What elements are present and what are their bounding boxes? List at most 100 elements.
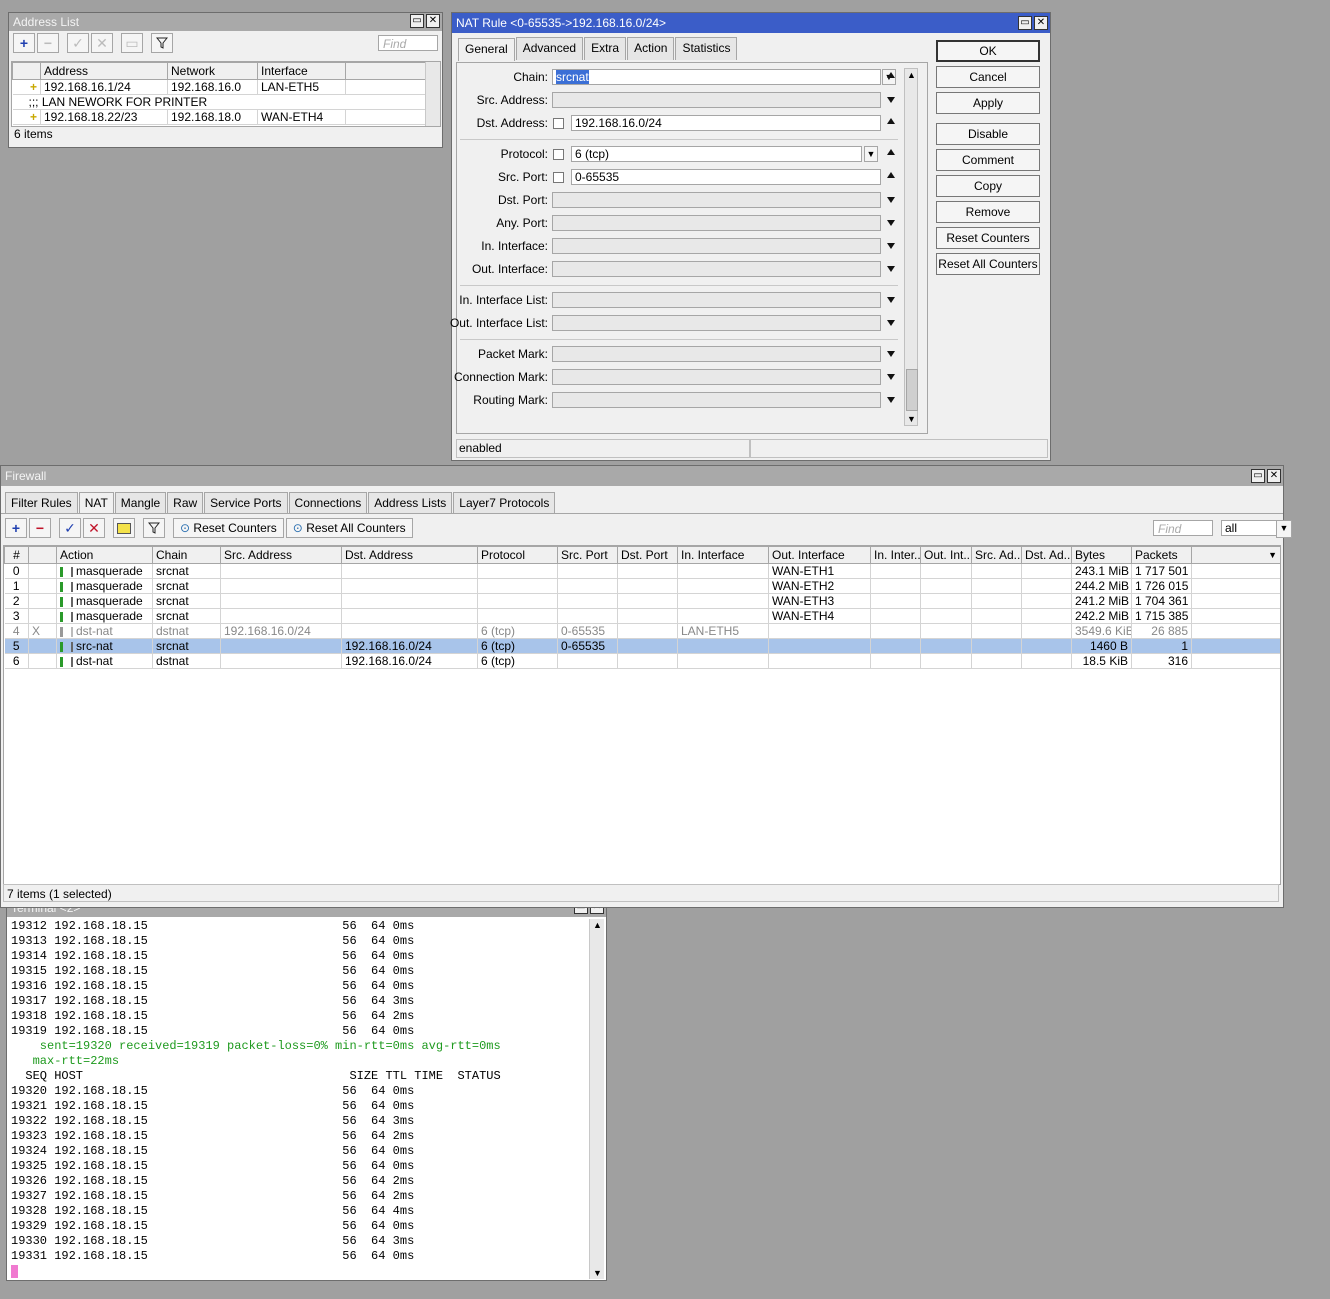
in-interface-field[interactable]: [552, 238, 881, 254]
firewall-titlebar[interactable]: Firewall ▭ ✕: [1, 466, 1283, 486]
disable-button[interactable]: Disable: [936, 123, 1040, 145]
out-interface-expand-icon[interactable]: [887, 266, 895, 272]
column-header[interactable]: Src. Port: [557, 546, 618, 564]
add-button[interactable]: +: [13, 33, 35, 53]
tab-advanced[interactable]: Advanced: [515, 37, 584, 60]
terminal-scrollbar[interactable]: ▲ ▼: [589, 919, 604, 1279]
column-header[interactable]: [28, 546, 57, 564]
tab-address-lists[interactable]: Address Lists: [368, 492, 453, 513]
src-address-expand-icon[interactable]: [887, 97, 895, 103]
column-header[interactable]: In. Inter...: [870, 546, 921, 564]
table-row-comment[interactable]: ;;; LAN NEWORK FOR PRINTER: [12, 94, 427, 110]
protocol-select[interactable]: 6 (tcp): [571, 146, 862, 162]
reset-counters-button[interactable]: ⊙ Reset Counters: [173, 518, 284, 538]
column-header[interactable]: Out. Interface: [768, 546, 871, 564]
tab-nat[interactable]: NAT: [78, 492, 114, 513]
close-icon[interactable]: ✕: [1034, 16, 1048, 30]
filter-button[interactable]: [151, 33, 173, 53]
close-icon[interactable]: ✕: [426, 14, 440, 28]
protocol-negate-checkbox[interactable]: [553, 149, 564, 160]
src-port-collapse-icon[interactable]: [887, 172, 895, 178]
tab-raw[interactable]: Raw: [167, 492, 204, 513]
column-chooser[interactable]: ▼: [1191, 546, 1280, 564]
reset-all-counters-button[interactable]: Reset All Counters: [936, 253, 1040, 275]
col-address[interactable]: Address: [40, 62, 168, 80]
chevron-down-icon[interactable]: ▼: [1268, 550, 1277, 560]
connection-mark-field[interactable]: [552, 369, 881, 385]
dst-port-expand-icon[interactable]: [887, 197, 895, 203]
apply-button[interactable]: Apply: [936, 92, 1040, 114]
scroll-thumb[interactable]: [906, 369, 918, 411]
terminal-output[interactable]: 19312 192.168.18.15 56 64 0ms 19313 192.1…: [11, 919, 589, 1279]
tab-action[interactable]: Action: [627, 37, 675, 60]
tab-filter-rules[interactable]: Filter Rules: [5, 492, 78, 513]
address-list-scrollbar[interactable]: [425, 62, 440, 126]
column-header[interactable]: #: [4, 546, 29, 564]
table-row[interactable]: 3 masquerade srcnat WAN-ETH4 242.2 MiB 1 715 …: [4, 608, 1280, 624]
tab-connections[interactable]: Connections: [288, 492, 368, 513]
table-row[interactable]: 1 masquerade srcnat WAN-ETH2 244.2 MiB 1 726 …: [4, 578, 1280, 594]
reset-counters-button[interactable]: Reset Counters: [936, 227, 1040, 249]
scroll-down-icon[interactable]: ▼: [907, 414, 916, 424]
col-interface[interactable]: Interface: [257, 62, 346, 80]
disable-button[interactable]: ✕: [91, 33, 113, 53]
scroll-up-icon[interactable]: ▲: [593, 920, 602, 930]
comment-button[interactable]: [113, 518, 135, 538]
column-header[interactable]: Protocol: [477, 546, 558, 564]
address-list-titlebar[interactable]: Address List ▭ ✕: [9, 13, 442, 31]
column-header[interactable]: Src. Address: [220, 546, 342, 564]
tab-statistics[interactable]: Statistics: [675, 37, 738, 60]
in-interface-expand-icon[interactable]: [887, 243, 895, 249]
reset-all-counters-button[interactable]: ⊙ Reset All Counters: [285, 518, 413, 538]
tab-general[interactable]: General: [458, 38, 515, 61]
column-header[interactable]: Src. Ad...: [971, 546, 1022, 564]
cancel-button[interactable]: Cancel: [936, 66, 1040, 88]
column-header[interactable]: In. Interface: [677, 546, 769, 564]
column-header[interactable]: Dst. Ad...: [1021, 546, 1072, 564]
table-row[interactable]: 5 src-nat srcnat 192.168.16.0/24 6 (tcp) 0-65…: [4, 638, 1280, 654]
in-interface-list-expand-icon[interactable]: [887, 297, 895, 303]
src-address-field[interactable]: [552, 92, 881, 108]
routing-mark-field[interactable]: [552, 392, 881, 408]
copy-button[interactable]: Copy: [936, 175, 1040, 197]
out-interface-field[interactable]: [552, 261, 881, 277]
remove-button[interactable]: −: [29, 518, 51, 538]
address-list-find-input[interactable]: Find: [378, 35, 438, 51]
table-row[interactable]: 4 Xdst-nat dstnat 192.168.16.0/24 6 (tcp) 0-6…: [4, 623, 1280, 639]
dst-address-negate-checkbox[interactable]: [553, 118, 564, 129]
chevron-down-icon[interactable]: ▼: [1276, 520, 1292, 538]
comment-button[interactable]: Comment: [936, 149, 1040, 171]
tab-mangle[interactable]: Mangle: [114, 492, 167, 513]
column-header[interactable]: Out. Int...: [920, 546, 972, 564]
nat-form-scrollbar[interactable]: ▲ ▼: [904, 68, 918, 426]
firewall-filter-select[interactable]: all ▼: [1221, 520, 1292, 538]
any-port-field[interactable]: [552, 215, 881, 231]
firewall-find-input[interactable]: Find: [1153, 520, 1213, 536]
filter-button[interactable]: [143, 518, 165, 538]
dst-port-field[interactable]: [552, 192, 881, 208]
disable-button[interactable]: ✕: [83, 518, 105, 538]
remove-button[interactable]: Remove: [936, 201, 1040, 223]
close-icon[interactable]: ✕: [1267, 469, 1281, 483]
column-header[interactable]: Bytes: [1071, 546, 1132, 564]
remove-button[interactable]: −: [37, 33, 59, 53]
protocol-dropdown-button[interactable]: ▼: [864, 146, 878, 162]
enable-button[interactable]: ✓: [59, 518, 81, 538]
col-network[interactable]: Network: [167, 62, 258, 80]
column-header[interactable]: Chain: [152, 546, 221, 564]
restore-icon[interactable]: ▭: [410, 14, 424, 28]
tab-service-ports[interactable]: Service Ports: [204, 492, 288, 513]
in-interface-list-field[interactable]: [552, 292, 881, 308]
dst-address-field[interactable]: 192.168.16.0/24: [571, 115, 881, 131]
column-header[interactable]: Action: [56, 546, 153, 564]
restore-icon[interactable]: ▭: [1018, 16, 1032, 30]
table-row[interactable]: 6 dst-nat dstnat 192.168.16.0/24 6 (tcp) 18.5…: [4, 653, 1280, 669]
tab-layer7-protocols[interactable]: Layer7 Protocols: [453, 492, 556, 513]
nat-rule-titlebar[interactable]: NAT Rule <0-65535->192.168.16.0/24> ▭ ✕: [452, 13, 1050, 33]
src-port-field[interactable]: 0-65535: [571, 169, 881, 185]
enable-button[interactable]: ✓: [67, 33, 89, 53]
packet-mark-expand-icon[interactable]: [887, 351, 895, 357]
src-port-negate-checkbox[interactable]: [553, 172, 564, 183]
scroll-down-icon[interactable]: ▼: [593, 1268, 602, 1278]
ok-button[interactable]: OK: [936, 40, 1040, 62]
